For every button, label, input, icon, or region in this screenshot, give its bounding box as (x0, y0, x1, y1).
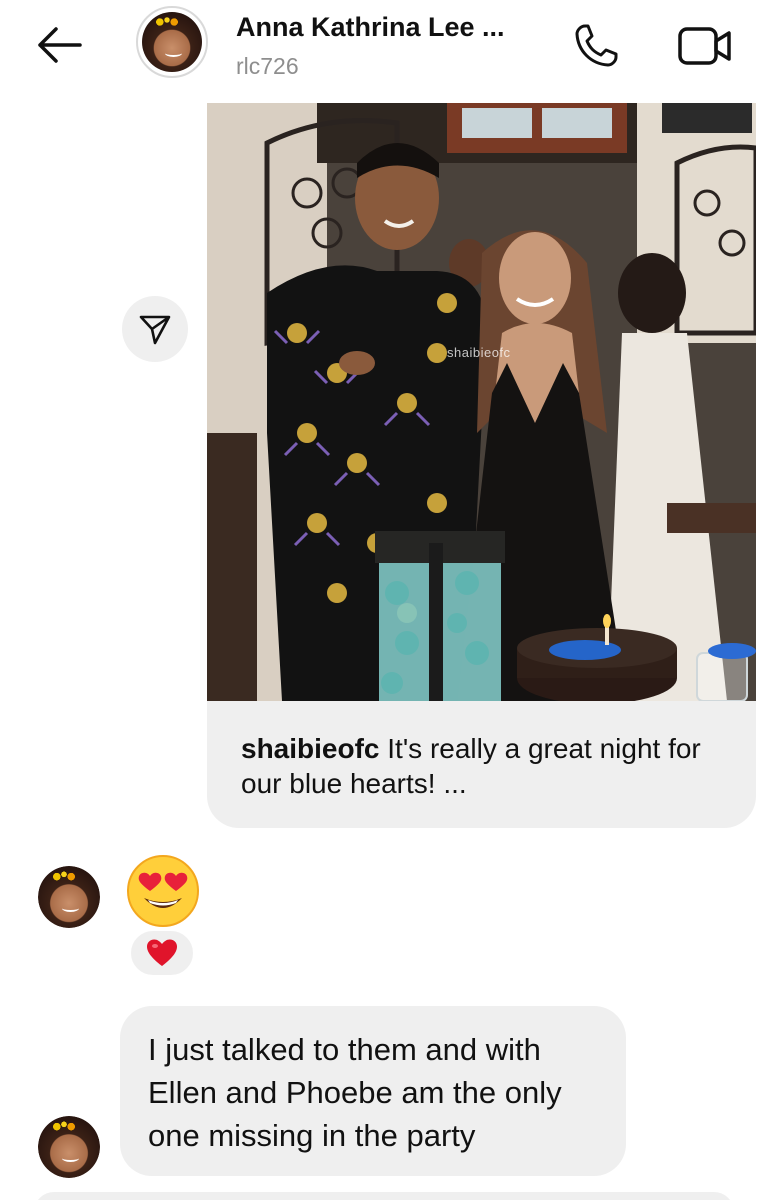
avatar-photo (142, 12, 202, 72)
next-message-bubble[interactable] (34, 1192, 734, 1200)
audio-call-button[interactable] (568, 18, 624, 74)
heart-eyes-emoji-icon (127, 855, 199, 927)
back-button[interactable] (30, 22, 88, 68)
phone-icon (575, 24, 618, 67)
video-call-button[interactable] (674, 18, 736, 74)
message-reaction[interactable] (128, 928, 196, 978)
text-message-bubble[interactable]: I just talked to them and with Ellen and… (120, 1006, 626, 1176)
contact-avatar[interactable] (136, 6, 208, 78)
sender-avatar[interactable] (38, 866, 100, 928)
thread-header: Anna Kathrina Lee ... rlc726 (0, 0, 765, 96)
shared-post-card[interactable]: shaibieofc shaibieofc It's really a grea… (207, 103, 756, 828)
post-watermark: shaibieofc (447, 345, 511, 360)
emoji-message[interactable] (126, 854, 200, 928)
avatar-photo (38, 1116, 100, 1178)
dm-thread-screen: Anna Kathrina Lee ... rlc726 shaibieofc … (0, 0, 765, 1200)
avatar-photo (38, 866, 100, 928)
share-post-button[interactable] (122, 296, 188, 362)
video-camera-icon (678, 27, 731, 65)
post-caption: shaibieofc It's really a great night for… (241, 731, 731, 801)
paper-plane-icon (139, 315, 171, 345)
back-arrow-icon (38, 27, 82, 63)
red-heart-icon (147, 939, 177, 966)
post-caption-author[interactable]: shaibieofc (241, 733, 379, 764)
post-photo-illustration (207, 103, 756, 701)
sender-avatar[interactable] (38, 1116, 100, 1178)
contact-username[interactable]: rlc726 (236, 53, 299, 80)
post-photo[interactable]: shaibieofc (207, 103, 756, 701)
contact-name[interactable]: Anna Kathrina Lee ... (236, 12, 505, 43)
